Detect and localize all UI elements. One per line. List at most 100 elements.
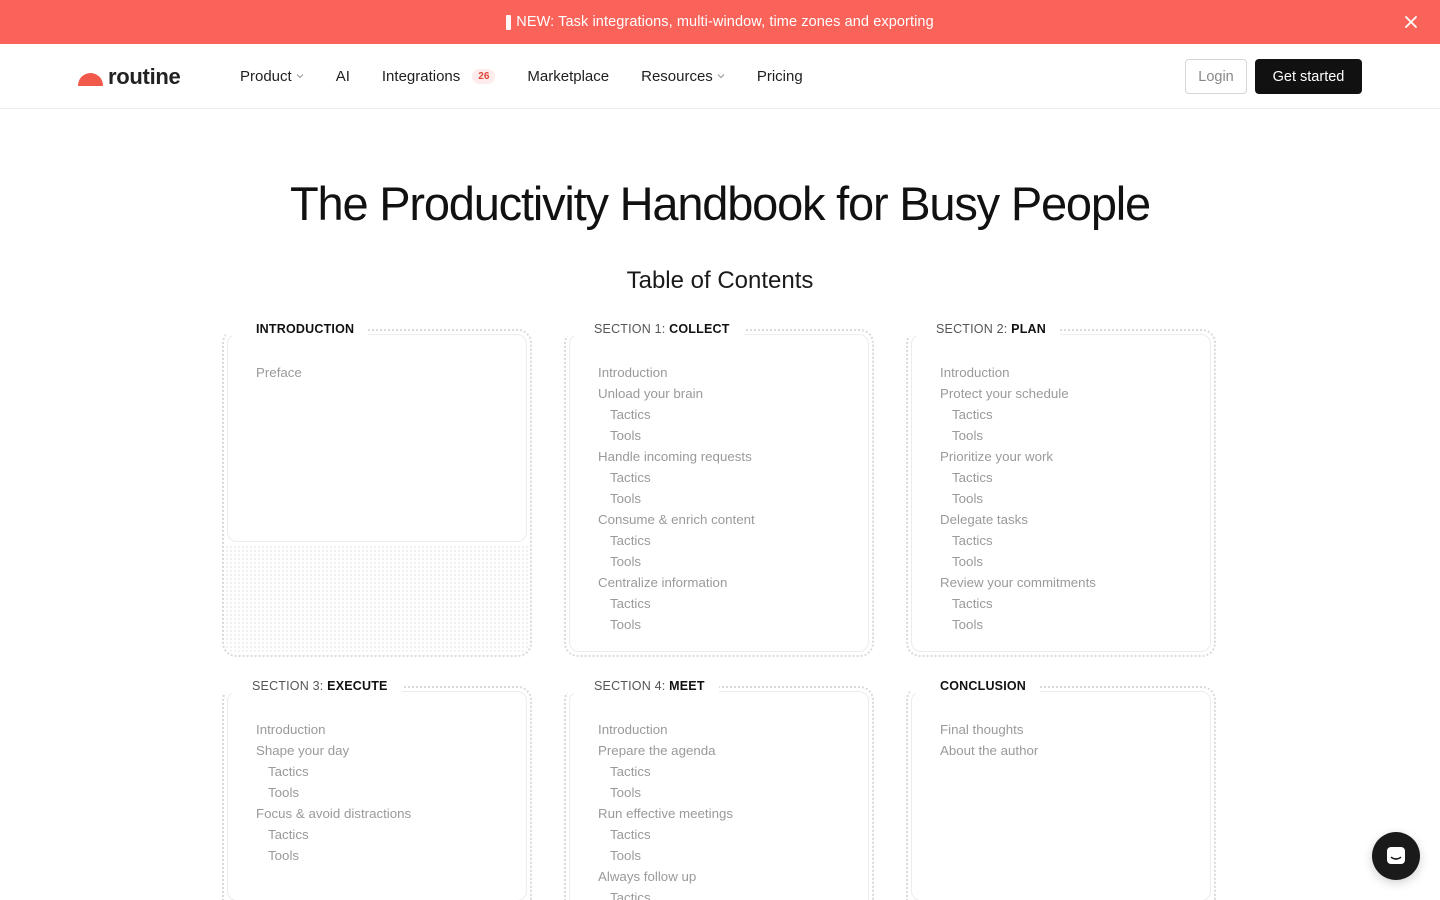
toc-subitem-link[interactable]: Tools xyxy=(598,782,733,803)
toc-card-conclusion: CONCLUSION Final thoughts About the author xyxy=(906,679,1216,900)
toc-item-link[interactable]: About the author xyxy=(940,740,1038,761)
toc-item-link[interactable]: Prioritize your work xyxy=(940,446,1096,467)
toc-subitem-link[interactable]: Tactics xyxy=(598,593,755,614)
nav-item-label: Product xyxy=(240,67,292,85)
nav-item-label: AI xyxy=(335,67,350,85)
toc-item-link[interactable]: Shape your day xyxy=(256,740,411,761)
toc-section-name: PLAN xyxy=(1011,322,1046,336)
logo-text: routine xyxy=(108,64,181,89)
toc-item-link[interactable]: Introduction xyxy=(256,719,411,740)
toc-title: Table of Contents xyxy=(626,267,814,294)
toc-subitem-link[interactable]: Tactics xyxy=(598,467,755,488)
toc-subitem-link[interactable]: Tools xyxy=(598,614,755,635)
toc-section-heading: SECTION 4: MEET xyxy=(564,679,719,693)
toc-subitem-link[interactable]: Tactics xyxy=(598,761,733,782)
toc-item-list: Introduction Prepare the agenda Tactics Too… xyxy=(598,719,733,900)
toc-section-name: COLLECT xyxy=(669,322,730,336)
toc-section-heading: CONCLUSION xyxy=(910,679,1041,693)
toc-item-link[interactable]: Introduction xyxy=(598,362,755,383)
toc-item-link[interactable]: Centralize information xyxy=(598,572,755,593)
chat-icon xyxy=(1387,847,1405,864)
toc-item-link[interactable]: Introduction xyxy=(940,362,1096,383)
toc-subitem-link[interactable]: Tools xyxy=(598,551,755,572)
toc-card-collect: SECTION 1: COLLECT Introduction Unload you… xyxy=(564,322,874,657)
toc-subitem-link[interactable]: Tools xyxy=(940,614,1096,635)
toc-section-name: CONCLUSION xyxy=(940,679,1027,693)
toc-item-link[interactable]: Preface xyxy=(256,362,302,383)
toc-item-link[interactable]: Handle incoming requests xyxy=(598,446,755,467)
toc-card-plan: SECTION 2: PLAN Introduction Protect your … xyxy=(906,322,1216,657)
toc-item-list: Introduction Shape your day Tactics Tools Fo… xyxy=(256,719,411,866)
toc-item-link[interactable]: Focus & avoid distractions xyxy=(256,803,411,824)
toc-subitem-link[interactable]: Tactics xyxy=(598,887,733,900)
toc-subitem-link[interactable]: Tools xyxy=(256,845,411,866)
nav-item-label: Marketplace xyxy=(527,67,610,85)
toc-item-list: Introduction Unload your brain Tactics Tool… xyxy=(598,362,755,635)
toc-section-heading: INTRODUCTION xyxy=(226,322,369,336)
toc-subitem-link[interactable]: Tactics xyxy=(940,530,1096,551)
announcement-text[interactable]: NEW: Task integrations, multi-window, ti… xyxy=(516,14,934,30)
toc-subitem-link[interactable]: Tools xyxy=(256,782,411,803)
toc-section-name: MEET xyxy=(669,679,705,693)
toc-item-link[interactable]: Run effective meetings xyxy=(598,803,733,824)
toc-item-link[interactable]: Protect your schedule xyxy=(940,383,1096,404)
toc-item-link[interactable]: Final thoughts xyxy=(940,719,1038,740)
toc-item-link[interactable]: Introduction xyxy=(598,719,733,740)
nav-item-resources[interactable]: Resources xyxy=(641,68,725,85)
integrations-count-badge: 26 xyxy=(472,68,496,84)
toc-item-link[interactable]: Consume & enrich content xyxy=(598,509,755,530)
login-button[interactable]: Login xyxy=(1185,59,1247,94)
toc-item-link[interactable]: Unload your brain xyxy=(598,383,755,404)
toc-subitem-link[interactable]: Tools xyxy=(598,425,755,446)
toc-section-prefix: SECTION 4: xyxy=(594,679,666,693)
nav-item-product[interactable]: Product xyxy=(240,68,304,85)
toc-subitem-link[interactable]: Tools xyxy=(940,488,1096,509)
toc-subitem-link[interactable]: Tactics xyxy=(940,593,1096,614)
nav-item-integrations[interactable]: Integrations 26 xyxy=(382,68,496,85)
announcement-banner[interactable]: NEW: Task integrations, multi-window, ti… xyxy=(0,0,1440,44)
nav-links: Product AI Integrations 26 Marketplace R… xyxy=(240,44,835,108)
toc-item-list: Preface xyxy=(256,362,302,383)
chevron-down-icon xyxy=(717,74,725,79)
get-started-button[interactable]: Get started xyxy=(1255,59,1362,94)
nav-item-ai[interactable]: AI xyxy=(336,68,350,85)
toc-card-meet: SECTION 4: MEET Introduction Prepare the a… xyxy=(564,679,874,900)
toc-section-name: EXECUTE xyxy=(327,679,388,693)
toc-section-prefix: SECTION 1: xyxy=(594,322,666,336)
nav-item-pricing[interactable]: Pricing xyxy=(757,68,803,85)
toc-card-dot-pattern xyxy=(225,545,529,654)
toc-subitem-link[interactable]: Tactics xyxy=(598,824,733,845)
nav-item-label: Integrations xyxy=(381,67,461,85)
toc-subitem-link[interactable]: Tactics xyxy=(598,530,755,551)
chat-launcher[interactable] xyxy=(1372,832,1420,880)
toc-item-link[interactable]: Always follow up xyxy=(598,866,733,887)
toc-subitem-link[interactable]: Tools xyxy=(598,845,733,866)
flag-icon xyxy=(506,14,512,30)
toc-item-list: Introduction Protect your schedule Tactics… xyxy=(940,362,1096,635)
toc-section-heading: SECTION 2: PLAN xyxy=(906,322,1060,336)
toc-subitem-link[interactable]: Tactics xyxy=(256,824,411,845)
nav-item-marketplace[interactable]: Marketplace xyxy=(527,68,609,85)
logo-mark-icon xyxy=(78,73,103,86)
toc-section-prefix: SECTION 2: xyxy=(936,322,1008,336)
toc-subitem-link[interactable]: Tactics xyxy=(940,404,1096,425)
page-title: The Productivity Handbook for Busy Peopl… xyxy=(290,177,1151,230)
toc-item-link[interactable]: Delegate tasks xyxy=(940,509,1096,530)
close-icon[interactable] xyxy=(1402,13,1420,31)
toc-item-link[interactable]: Review your commitments xyxy=(940,572,1096,593)
toc-subitem-link[interactable]: Tools xyxy=(940,551,1096,572)
toc-subitem-link[interactable]: Tools xyxy=(940,425,1096,446)
nav-item-label: Pricing xyxy=(756,67,803,85)
toc-subitem-link[interactable]: Tactics xyxy=(940,467,1096,488)
toc-subitem-link[interactable]: Tactics xyxy=(256,761,411,782)
logo[interactable]: routine xyxy=(78,64,181,90)
toc-section-name: INTRODUCTION xyxy=(256,322,355,336)
top-navbar: routine Product AI Integrations 26 Marke… xyxy=(0,44,1440,109)
toc-card-introduction: INTRODUCTION Preface xyxy=(222,322,532,657)
toc-subitem-link[interactable]: Tactics xyxy=(598,404,755,425)
toc-section-heading: SECTION 3: EXECUTE xyxy=(222,679,402,693)
toc-item-list: Final thoughts About the author xyxy=(940,719,1038,761)
toc-item-link[interactable]: Prepare the agenda xyxy=(598,740,733,761)
toc-section-prefix: SECTION 3: xyxy=(252,679,324,693)
toc-subitem-link[interactable]: Tools xyxy=(598,488,755,509)
